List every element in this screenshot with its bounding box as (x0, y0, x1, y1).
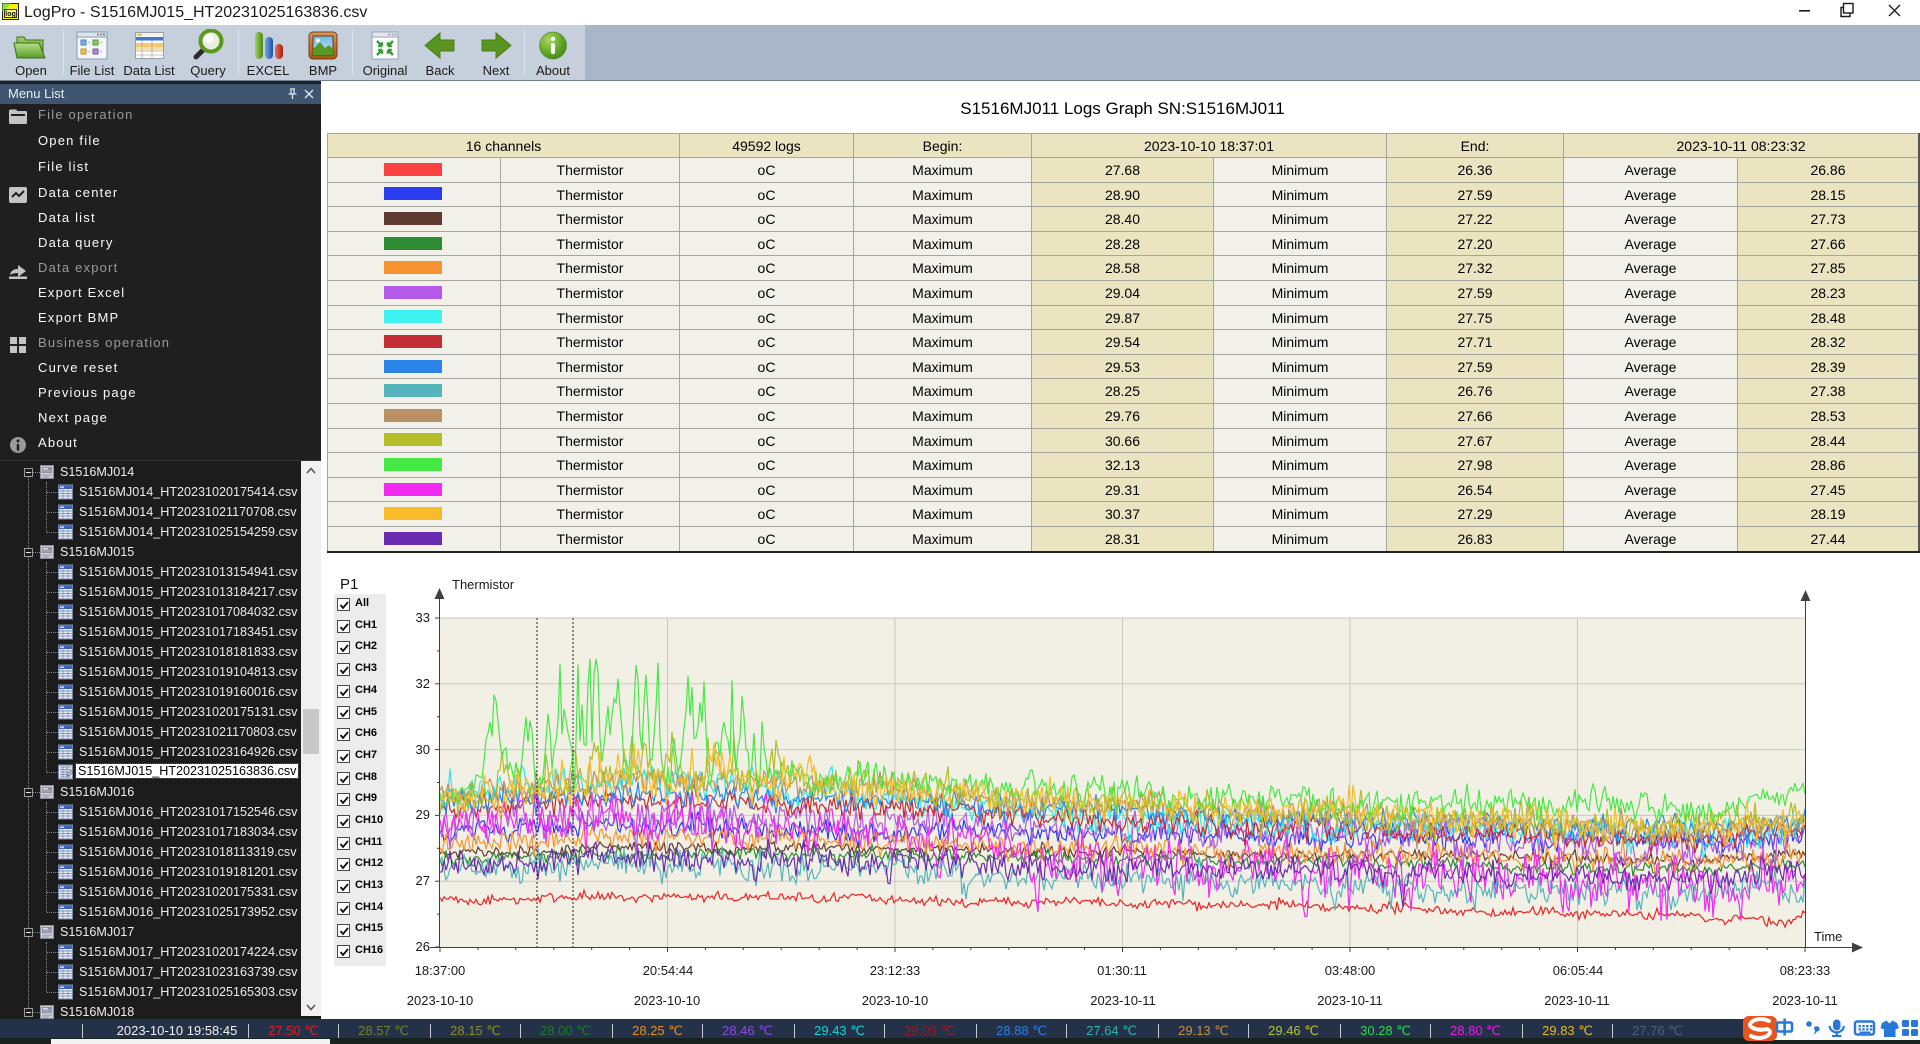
svg-text:log: log (5, 11, 16, 18)
